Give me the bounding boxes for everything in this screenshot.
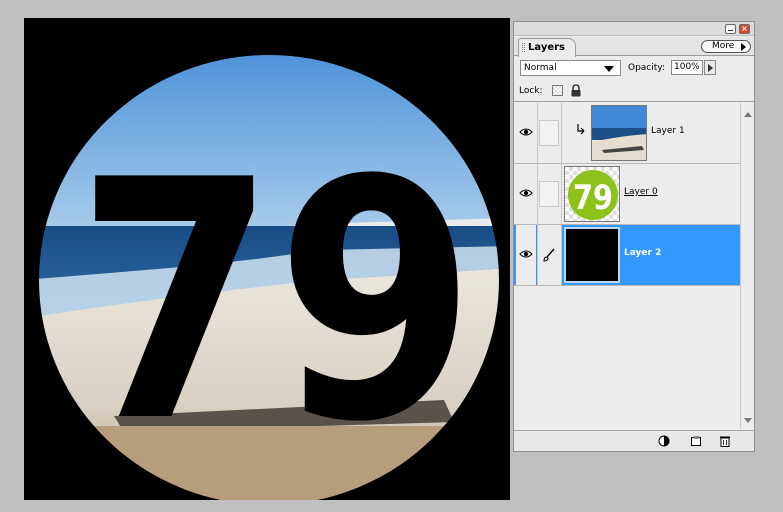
brush-icon xyxy=(543,248,555,262)
trash-icon[interactable] xyxy=(719,435,731,447)
more-button[interactable]: More xyxy=(701,40,751,53)
chevron-down-icon xyxy=(604,66,614,72)
layer-row-layer-1[interactable]: Layer 1 xyxy=(514,103,740,164)
eye-icon xyxy=(519,250,533,258)
blend-mode-select[interactable]: Normal xyxy=(520,60,621,76)
layer-row-layer-2[interactable]: Layer 2 xyxy=(514,225,740,286)
brush-toggle[interactable] xyxy=(538,225,561,285)
blend-mode-value: Normal xyxy=(524,63,557,73)
link-toggle[interactable] xyxy=(539,181,559,207)
palette-titlebar[interactable]: × xyxy=(514,22,754,36)
new-layer-icon[interactable] xyxy=(690,435,702,447)
eye-icon xyxy=(519,128,533,136)
layer-thumbnail-logo: 79 xyxy=(564,166,620,222)
lock-label: Lock: xyxy=(519,86,543,96)
canvas-artwork: 79 xyxy=(33,49,505,500)
close-button[interactable]: × xyxy=(739,24,750,34)
minimize-button[interactable] xyxy=(725,24,736,34)
tab-layers[interactable]: Layers xyxy=(518,38,576,57)
blend-opacity-row: Normal Opacity: 100% xyxy=(514,57,754,79)
palette-bottom-bar xyxy=(514,430,754,451)
lock-row: Lock: xyxy=(514,80,754,102)
layer-name: Layer 1 xyxy=(651,126,685,136)
layer-list-scrollbar[interactable] xyxy=(740,103,754,429)
svg-text:79: 79 xyxy=(573,178,613,218)
visibility-toggle[interactable] xyxy=(516,164,536,224)
grip-icon[interactable] xyxy=(522,43,525,52)
opacity-label: Opacity: xyxy=(628,63,665,73)
scroll-down-icon[interactable] xyxy=(744,418,752,423)
lock-transparency-icon[interactable] xyxy=(552,85,563,96)
link-toggle[interactable] xyxy=(539,120,559,146)
clipping-arrow-icon xyxy=(577,124,585,135)
layer-thumbnail-beach xyxy=(591,105,647,161)
document-canvas[interactable]: 79 xyxy=(24,18,510,500)
layer-row-layer-0[interactable]: 79 Layer 0 xyxy=(514,164,740,225)
palette-tab-row: Layers More xyxy=(514,37,754,57)
adjustment-layer-icon[interactable] xyxy=(658,435,670,447)
layer-list: Layer 1 79 Layer 0 Layer 2 xyxy=(514,103,740,429)
play-arrow-icon xyxy=(741,43,746,51)
padlock-icon[interactable] xyxy=(570,84,582,97)
opacity-input[interactable]: 100% xyxy=(671,60,703,75)
more-button-label: More xyxy=(712,41,735,51)
opacity-slider-button[interactable] xyxy=(704,60,716,75)
tab-layers-label: Layers xyxy=(528,42,565,53)
eye-icon xyxy=(519,189,533,197)
canvas-number: 79 xyxy=(76,110,476,494)
layer-name: Layer 2 xyxy=(624,248,662,258)
layer-name: Layer 0 xyxy=(624,187,658,197)
scroll-up-icon[interactable] xyxy=(744,112,752,117)
visibility-toggle[interactable] xyxy=(516,103,536,163)
layers-palette: × Layers More Normal Opacity: 100% Lock: xyxy=(513,21,755,452)
visibility-toggle[interactable] xyxy=(516,225,536,285)
layer-thumbnail-black xyxy=(564,227,620,283)
